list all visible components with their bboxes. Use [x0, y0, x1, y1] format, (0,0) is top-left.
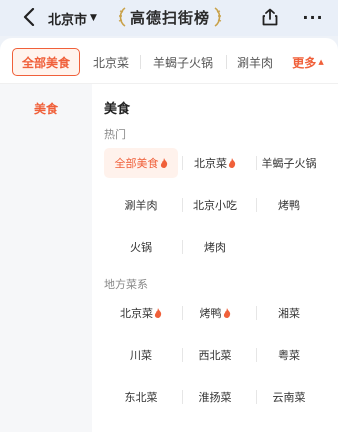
chip-roast-duck[interactable]: 烤鸭 — [178, 298, 252, 328]
fire-icon — [223, 308, 231, 318]
chip-cantonese-cuisine[interactable]: 粤菜 — [252, 340, 326, 370]
category-tabs: 全部美食 北京菜 羊蝎子火锅 涮羊肉 更多 ▲ — [0, 48, 338, 78]
more-menu-icon[interactable]: ··· — [300, 8, 326, 27]
chip-instant-boiled-mutton[interactable]: 涮羊肉 — [104, 190, 178, 220]
chip-label: 北京菜 — [194, 157, 227, 170]
section-label-popular: 热门 — [104, 128, 126, 141]
chip-beijing-snacks[interactable]: 北京小吃 — [178, 190, 252, 220]
chip-lamb-spine-hotpot[interactable]: 羊蝎子火锅 — [252, 148, 326, 178]
tab-divider — [140, 55, 141, 69]
tab-lamb-spine-hotpot[interactable]: 羊蝎子火锅 — [148, 48, 218, 76]
caret-up-icon: ▲ — [318, 58, 324, 66]
back-icon[interactable] — [20, 8, 38, 26]
chip-hunan-cuisine[interactable]: 湘菜 — [252, 298, 326, 328]
chip-northeast-cuisine[interactable]: 东北菜 — [104, 382, 178, 412]
caret-down-icon: ▼ — [90, 13, 97, 23]
fire-icon — [160, 158, 168, 168]
content-heading: 美食 — [104, 102, 131, 117]
fire-icon — [154, 308, 162, 318]
tab-more-label: 更多 — [292, 55, 317, 70]
category-panel: 全部美食 北京菜 羊蝎子火锅 涮羊肉 更多 ▲ 美食 美食 热门 全部美食 北京菜… — [0, 38, 338, 432]
share-icon[interactable] — [260, 7, 280, 27]
chip-beijing-cuisine[interactable]: 北京菜 — [178, 148, 252, 178]
sidebar-item-food[interactable]: 美食 — [0, 96, 92, 120]
tab-beijing-cuisine[interactable]: 北京菜 — [88, 48, 134, 76]
fire-icon — [228, 158, 236, 168]
laurel-left-icon — [118, 7, 126, 27]
subcategory-content: 美食 热门 全部美食 北京菜 羊蝎子火锅 涮羊肉 北京小吃 烤鸭 火锅 烤肉 地… — [92, 84, 338, 432]
top-bar: 北京市 ▼ 高德扫街榜 ··· — [0, 0, 338, 36]
brand-title: 高德扫街榜 — [129, 8, 210, 27]
tab-more[interactable]: 更多 ▲ — [284, 48, 332, 76]
city-label: 北京市 — [48, 12, 88, 28]
chip-huaiyang-cuisine[interactable]: 淮扬菜 — [178, 382, 252, 412]
tab-instant-boiled-mutton[interactable]: 涮羊肉 — [234, 48, 276, 76]
chip-northwest-cuisine[interactable]: 西北菜 — [178, 340, 252, 370]
chip-label: 北京菜 — [120, 307, 153, 320]
chip-barbecue[interactable]: 烤肉 — [178, 232, 252, 262]
chip-sichuan-cuisine[interactable]: 川菜 — [104, 340, 178, 370]
chip-yunnan-cuisine[interactable]: 云南菜 — [252, 382, 326, 412]
chip-roast-duck[interactable]: 烤鸭 — [252, 190, 326, 220]
chip-label: 全部美食 — [114, 157, 159, 170]
laurel-right-icon — [214, 7, 222, 27]
tab-all-food[interactable]: 全部美食 — [12, 48, 80, 76]
chip-label: 烤鸭 — [199, 307, 222, 320]
chip-all-food[interactable]: 全部美食 — [104, 148, 178, 178]
brand-logo: 高德扫街榜 — [110, 5, 230, 29]
city-selector[interactable]: 北京市 ▼ — [48, 9, 97, 28]
chip-beijing-cuisine[interactable]: 北京菜 — [104, 298, 178, 328]
tab-divider — [226, 55, 227, 69]
sidebar: 美食 — [0, 84, 92, 432]
section-label-regional: 地方菜系 — [104, 278, 148, 291]
chip-hotpot[interactable]: 火锅 — [104, 232, 178, 262]
